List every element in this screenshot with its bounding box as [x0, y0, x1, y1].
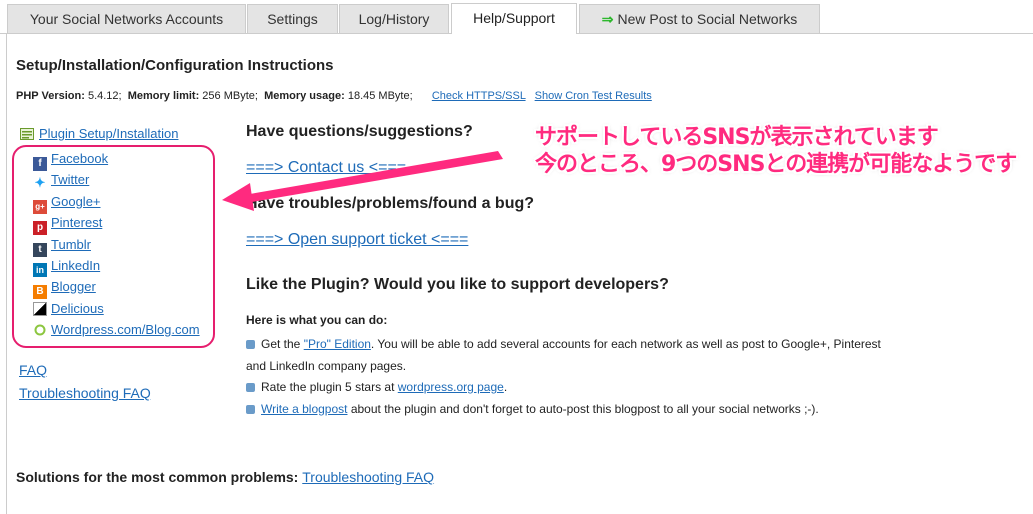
- tab-log-history[interactable]: Log/History: [339, 4, 449, 33]
- network-link-facebook[interactable]: Facebook: [51, 151, 108, 166]
- network-link-linkedin[interactable]: LinkedIn: [51, 258, 100, 273]
- network-item-facebook[interactable]: f Facebook: [33, 148, 200, 171]
- tab-new-post-label: New Post to Social Networks: [617, 11, 798, 27]
- network-item-twitter[interactable]: ✦ Twitter: [33, 169, 200, 191]
- network-item-linkedin[interactable]: in LinkedIn: [33, 255, 200, 277]
- tab-settings[interactable]: Settings: [247, 4, 338, 33]
- support-options: Get the "Pro" Edition. You will be able …: [246, 334, 896, 420]
- network-link-wordpress[interactable]: Wordpress.com/Blog.com: [51, 322, 200, 337]
- tab-bar: Your Social Networks Accounts Settings L…: [0, 0, 1033, 34]
- system-info: PHP Version: 5.4.12; Memory limit: 256 M…: [16, 90, 652, 102]
- faq-link[interactable]: FAQ: [19, 362, 47, 378]
- network-link-twitter[interactable]: Twitter: [51, 172, 89, 187]
- write-blogpost-link[interactable]: Write a blogpost: [261, 402, 348, 416]
- troubles-heading: Have troubles/problems/found a bug?: [246, 195, 535, 212]
- document-icon: [20, 128, 34, 140]
- contact-us-link[interactable]: ===> Contact us <===: [246, 159, 406, 177]
- memory-usage-value: 18.45 MByte;: [347, 90, 413, 102]
- php-version-label: PHP Version:: [16, 90, 85, 102]
- tab-help-support[interactable]: Help/Support: [451, 3, 577, 34]
- support-developers-heading: Like the Plugin? Would you like to suppo…: [246, 276, 669, 293]
- network-item-tumblr[interactable]: t Tumblr: [33, 234, 200, 257]
- setup-title: Setup/Installation/Configuration Instruc…: [16, 57, 334, 74]
- bullet-rate: Rate the plugin 5 stars at wordpress.org…: [246, 377, 896, 399]
- network-item-delicious[interactable]: Delicious: [33, 298, 200, 319]
- wordpress-icon: [33, 323, 47, 338]
- php-version-value: 5.4.12;: [87, 90, 122, 102]
- network-link-google-plus[interactable]: Google+: [51, 194, 101, 209]
- solutions-line: Solutions for the most common problems: …: [16, 469, 434, 485]
- check-https-link[interactable]: Check HTTPS/SSL: [432, 90, 526, 102]
- bullet-blogpost: Write a blogpost about the plugin and do…: [246, 399, 896, 421]
- bullet-pro-edition: Get the "Pro" Edition. You will be able …: [246, 334, 896, 377]
- network-item-pinterest[interactable]: p Pinterest: [33, 212, 200, 236]
- green-arrow-icon: ⇒: [601, 11, 614, 27]
- plugin-setup-link[interactable]: Plugin Setup/Installation: [39, 126, 178, 141]
- wordpress-page-link[interactable]: wordpress.org page: [398, 380, 504, 394]
- bullet-rate-pre: Rate the plugin 5 stars at: [261, 380, 398, 394]
- network-list: f Facebook ✦ Twitter g+ Google+ p Pinterest …: [33, 148, 200, 341]
- network-link-blogger[interactable]: Blogger: [51, 279, 96, 294]
- solutions-label: Solutions for the most common problems:: [16, 469, 299, 485]
- solutions-troubleshooting-link[interactable]: Troubleshooting FAQ: [302, 469, 434, 485]
- network-link-tumblr[interactable]: Tumblr: [51, 237, 91, 252]
- tab-new-post[interactable]: ⇒ New Post to Social Networks: [579, 4, 820, 33]
- memory-limit-value: 256 MByte;: [202, 90, 258, 102]
- linkedin-icon: in: [33, 262, 47, 277]
- open-ticket-link[interactable]: ===> Open support ticket <===: [246, 231, 468, 249]
- questions-heading: Have questions/suggestions?: [246, 123, 473, 140]
- annotation-line-1: サポートしているSNSが表示されています: [535, 125, 939, 150]
- here-label: Here is what you can do:: [246, 313, 388, 327]
- delicious-icon: [33, 301, 47, 316]
- network-item-google-plus[interactable]: g+ Google+: [33, 191, 200, 214]
- bullet-pro-pre: Get the: [261, 337, 304, 351]
- bullet-icon: [246, 383, 255, 392]
- bullet-blogpost-post: about the plugin and don't forget to aut…: [347, 401, 819, 416]
- troubleshooting-faq-link[interactable]: Troubleshooting FAQ: [19, 385, 151, 401]
- cron-test-link[interactable]: Show Cron Test Results: [535, 90, 652, 102]
- network-link-delicious[interactable]: Delicious: [51, 301, 104, 316]
- memory-limit-label: Memory limit:: [127, 90, 200, 102]
- bullet-rate-post: .: [503, 380, 508, 394]
- memory-usage-label: Memory usage:: [264, 90, 345, 102]
- annotation-text: サポートしているSNSが表示されています 今のところ、9つのSNSとの連携が可能…: [535, 124, 1017, 178]
- twitter-icon: ✦: [33, 175, 47, 191]
- network-item-wordpress[interactable]: Wordpress.com/Blog.com: [33, 319, 200, 340]
- network-link-pinterest[interactable]: Pinterest: [51, 215, 102, 230]
- network-item-blogger[interactable]: B Blogger: [33, 276, 200, 300]
- plugin-setup-item[interactable]: Plugin Setup/Installation: [20, 126, 178, 141]
- bullet-icon: [246, 404, 255, 414]
- tab-social-accounts[interactable]: Your Social Networks Accounts: [7, 4, 246, 33]
- bullet-icon: [246, 340, 255, 349]
- annotation-line-2: 今のところ、9つのSNSとの連携が可能なようです: [535, 152, 1017, 177]
- pro-edition-link[interactable]: "Pro" Edition: [304, 337, 371, 351]
